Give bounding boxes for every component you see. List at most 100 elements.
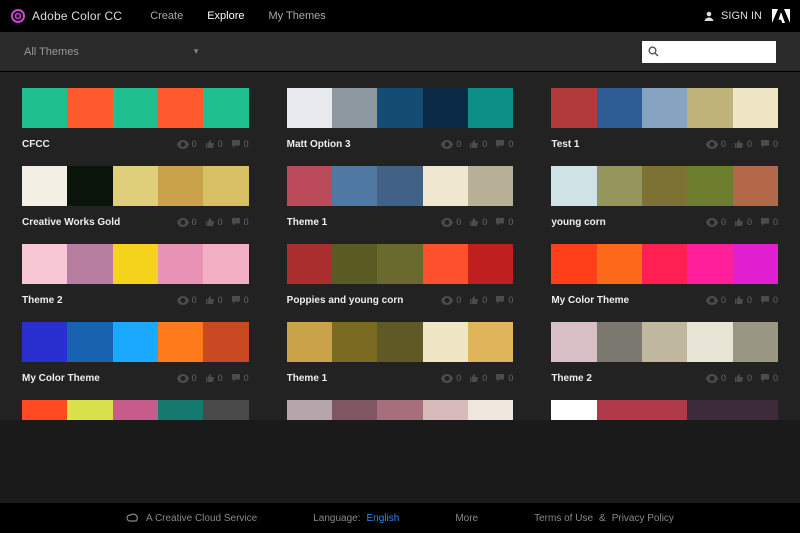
stat-likes[interactable]: 0: [734, 295, 752, 305]
theme-card[interactable]: 000: [287, 400, 514, 420]
theme-card[interactable]: Theme 2000: [22, 244, 249, 308]
color-swatch[interactable]: [332, 400, 377, 420]
stat-likes[interactable]: 0: [205, 295, 223, 305]
search-box[interactable]: [642, 41, 776, 63]
color-swatch[interactable]: [423, 166, 468, 206]
color-swatch[interactable]: [67, 400, 112, 420]
theme-card[interactable]: 000: [22, 400, 249, 420]
color-swatch[interactable]: [423, 322, 468, 362]
stat-comments[interactable]: 0: [495, 373, 513, 383]
themes-filter-dropdown[interactable]: All Themes ▾: [24, 46, 198, 58]
color-swatch[interactable]: [158, 322, 203, 362]
stat-likes[interactable]: 0: [205, 139, 223, 149]
color-swatch[interactable]: [468, 244, 513, 284]
footer-service[interactable]: A Creative Cloud Service: [126, 513, 257, 524]
color-swatch[interactable]: [423, 88, 468, 128]
color-swatch[interactable]: [203, 400, 248, 420]
color-swatch[interactable]: [597, 400, 642, 420]
color-swatch[interactable]: [113, 166, 158, 206]
color-swatch[interactable]: [687, 244, 732, 284]
stat-comments[interactable]: 0: [760, 373, 778, 383]
color-swatch[interactable]: [67, 88, 112, 128]
color-swatch[interactable]: [733, 400, 778, 420]
color-swatch[interactable]: [332, 166, 377, 206]
color-swatch[interactable]: [377, 322, 422, 362]
stat-likes[interactable]: 0: [205, 217, 223, 227]
color-swatch[interactable]: [377, 244, 422, 284]
stat-likes[interactable]: 0: [469, 139, 487, 149]
color-swatch[interactable]: [551, 166, 596, 206]
stat-comments[interactable]: 0: [231, 295, 249, 305]
color-swatch[interactable]: [468, 166, 513, 206]
color-swatch[interactable]: [67, 166, 112, 206]
stat-likes[interactable]: 0: [734, 217, 752, 227]
color-swatch[interactable]: [113, 322, 158, 362]
color-swatch[interactable]: [67, 322, 112, 362]
footer-language[interactable]: Language: English: [313, 513, 399, 524]
color-swatch[interactable]: [377, 400, 422, 420]
stat-comments[interactable]: 0: [495, 295, 513, 305]
nav-mythemes[interactable]: My Themes: [269, 10, 326, 22]
color-swatch[interactable]: [332, 322, 377, 362]
color-swatch[interactable]: [332, 244, 377, 284]
color-swatch[interactable]: [551, 88, 596, 128]
color-swatch[interactable]: [332, 88, 377, 128]
color-swatch[interactable]: [687, 88, 732, 128]
stat-comments[interactable]: 0: [231, 139, 249, 149]
stat-views[interactable]: 0: [441, 373, 461, 383]
stat-comments[interactable]: 0: [495, 217, 513, 227]
color-swatch[interactable]: [158, 400, 203, 420]
theme-card[interactable]: Poppies and young corn000: [287, 244, 514, 308]
theme-card[interactable]: Creative Works Gold000: [22, 166, 249, 230]
color-swatch[interactable]: [733, 244, 778, 284]
color-swatch[interactable]: [733, 166, 778, 206]
stat-comments[interactable]: 0: [760, 139, 778, 149]
color-swatch[interactable]: [642, 400, 687, 420]
color-swatch[interactable]: [287, 244, 332, 284]
color-swatch[interactable]: [468, 88, 513, 128]
stat-likes[interactable]: 0: [469, 217, 487, 227]
stat-views[interactable]: 0: [177, 139, 197, 149]
stat-views[interactable]: 0: [706, 139, 726, 149]
color-swatch[interactable]: [468, 322, 513, 362]
color-swatch[interactable]: [468, 400, 513, 420]
color-swatch[interactable]: [22, 166, 67, 206]
footer-privacy-link[interactable]: Privacy Policy: [612, 513, 674, 524]
color-swatch[interactable]: [597, 166, 642, 206]
color-swatch[interactable]: [687, 400, 732, 420]
color-swatch[interactable]: [642, 166, 687, 206]
theme-card[interactable]: Theme 1000: [287, 166, 514, 230]
color-swatch[interactable]: [377, 166, 422, 206]
stat-views[interactable]: 0: [177, 217, 197, 227]
theme-card[interactable]: My Color Theme000: [551, 244, 778, 308]
stat-views[interactable]: 0: [706, 373, 726, 383]
color-swatch[interactable]: [687, 322, 732, 362]
stat-likes[interactable]: 0: [734, 373, 752, 383]
color-swatch[interactable]: [113, 88, 158, 128]
color-swatch[interactable]: [158, 166, 203, 206]
color-swatch[interactable]: [551, 244, 596, 284]
color-swatch[interactable]: [22, 322, 67, 362]
color-swatch[interactable]: [287, 400, 332, 420]
color-swatch[interactable]: [597, 322, 642, 362]
color-swatch[interactable]: [642, 88, 687, 128]
color-swatch[interactable]: [113, 244, 158, 284]
stat-likes[interactable]: 0: [469, 295, 487, 305]
color-swatch[interactable]: [287, 88, 332, 128]
theme-card[interactable]: Matt Option 3000: [287, 88, 514, 152]
theme-card[interactable]: 000: [551, 400, 778, 420]
stat-comments[interactable]: 0: [231, 217, 249, 227]
color-swatch[interactable]: [22, 400, 67, 420]
stat-likes[interactable]: 0: [469, 373, 487, 383]
stat-views[interactable]: 0: [441, 139, 461, 149]
search-input[interactable]: [665, 46, 770, 58]
stat-views[interactable]: 0: [177, 295, 197, 305]
sign-in-button[interactable]: SIGN IN: [703, 10, 762, 22]
stat-comments[interactable]: 0: [495, 139, 513, 149]
color-swatch[interactable]: [733, 88, 778, 128]
nav-create[interactable]: Create: [150, 10, 183, 22]
color-swatch[interactable]: [733, 322, 778, 362]
theme-card[interactable]: young corn000: [551, 166, 778, 230]
color-swatch[interactable]: [642, 322, 687, 362]
theme-card[interactable]: Test 1000: [551, 88, 778, 152]
